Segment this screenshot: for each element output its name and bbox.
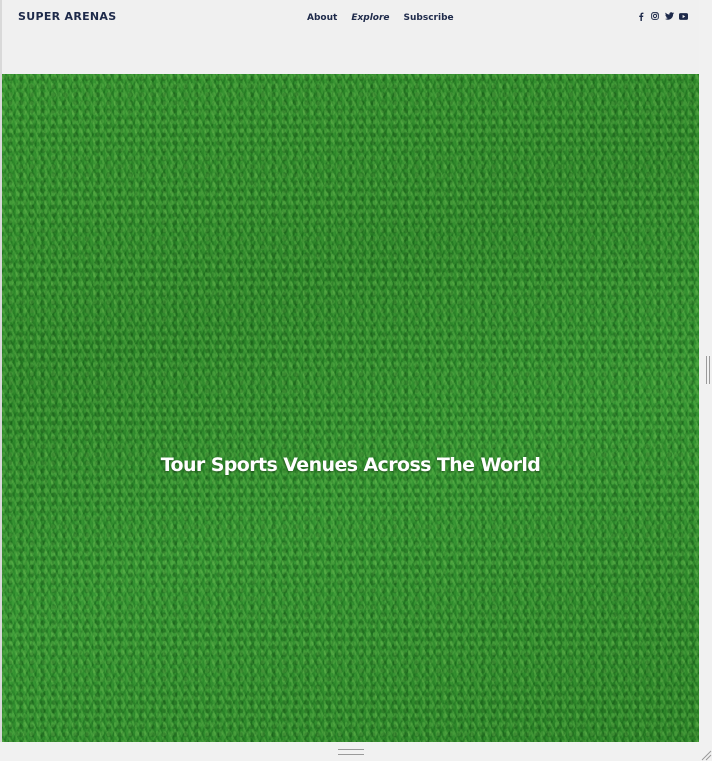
horizontal-resize-handle[interactable] [338, 749, 364, 755]
site-header: SUPER ARENAS About Explore Subscribe [2, 0, 699, 74]
youtube-icon[interactable] [678, 11, 688, 21]
nav-subscribe-link[interactable]: Subscribe [404, 13, 454, 23]
social-links [636, 11, 688, 21]
main-nav: About Explore Subscribe [307, 13, 454, 23]
vertical-resize-handle[interactable] [706, 356, 710, 384]
nav-explore-link[interactable]: Explore [351, 13, 389, 23]
hero-title: Tour Sports Venues Across The World [160, 454, 541, 476]
instagram-icon[interactable] [650, 11, 660, 21]
right-gutter [699, 74, 712, 742]
brand-logo[interactable]: SUPER ARENAS [18, 10, 116, 23]
facebook-icon[interactable] [636, 11, 646, 21]
nav-about-link[interactable]: About [307, 13, 337, 23]
resize-corner-icon[interactable] [700, 748, 712, 761]
twitter-icon[interactable] [664, 11, 674, 21]
hero-banner: Tour Sports Venues Across The World [2, 74, 699, 742]
